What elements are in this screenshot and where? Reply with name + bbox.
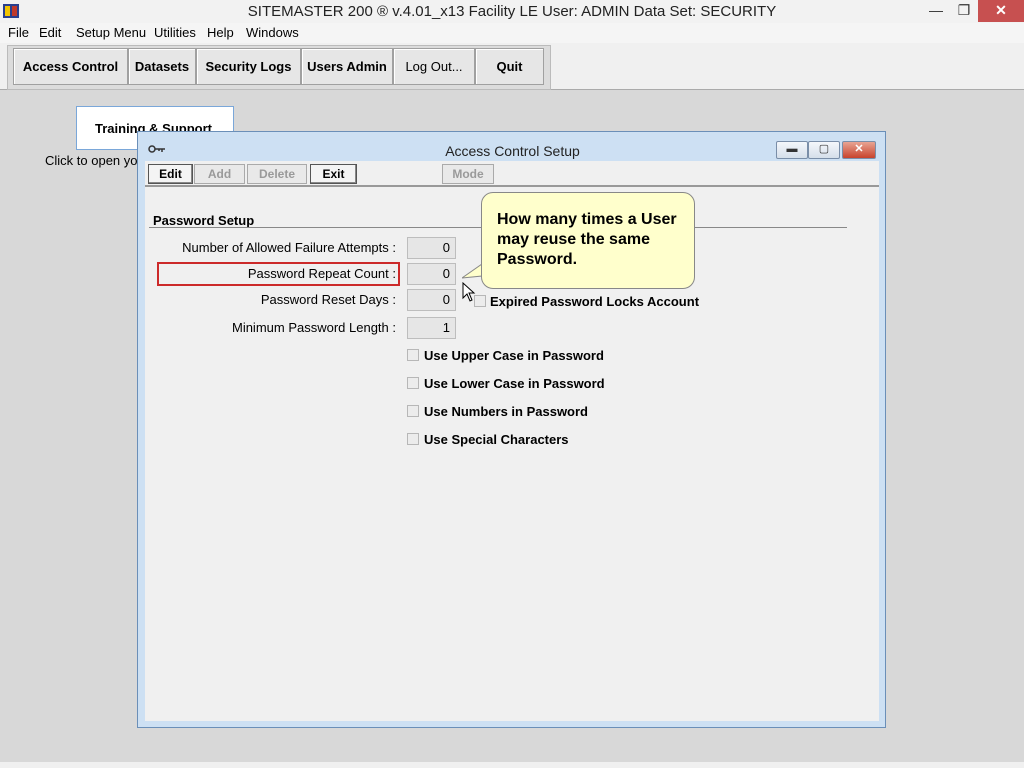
dialog-close-icon[interactable]: ✕	[842, 141, 876, 159]
menu-setup[interactable]: Setup Menu	[76, 25, 146, 40]
mode-button[interactable]: Mode	[442, 164, 494, 184]
dialog-title: Access Control Setup	[445, 143, 580, 159]
log-out-button[interactable]: Log Out...	[393, 48, 475, 85]
security-logs-button[interactable]: Security Logs	[196, 48, 301, 85]
taskbar-strip	[0, 762, 1024, 768]
upper-case-checkbox[interactable]	[407, 349, 419, 361]
edit-button[interactable]: Edit	[148, 164, 193, 184]
close-icon[interactable]: ✕	[978, 0, 1024, 22]
special-chars-checkbox[interactable]	[407, 433, 419, 445]
special-chars-label: Use Special Characters	[424, 432, 569, 447]
toolbar-area: Access Control Datasets Security Logs Us…	[0, 43, 1024, 90]
repeat-count-label: Password Repeat Count :	[247, 266, 396, 281]
section-title: Password Setup	[153, 213, 255, 228]
dialog-minimize-icon[interactable]: ▬	[776, 141, 808, 159]
numbers-checkbox[interactable]	[407, 405, 419, 417]
minimize-icon[interactable]: —	[922, 0, 950, 22]
menu-windows[interactable]: Windows	[246, 25, 299, 40]
mouse-cursor-icon	[462, 282, 476, 302]
menu-utilities[interactable]: Utilities	[154, 25, 196, 40]
menu-bar: File Edit Setup Menu Utilities Help Wind…	[0, 23, 1024, 43]
users-admin-button[interactable]: Users Admin	[301, 48, 393, 85]
delete-button[interactable]: Delete	[247, 164, 307, 184]
menu-edit[interactable]: Edit	[39, 25, 61, 40]
min-length-field[interactable]: 1	[407, 317, 456, 339]
main-toolbar: Access Control Datasets Security Logs Us…	[7, 45, 551, 90]
reset-days-label: Password Reset Days :	[260, 292, 396, 307]
failure-attempts-label: Number of Allowed Failure Attempts :	[182, 240, 396, 255]
click-to-open-text: Click to open yo	[45, 153, 138, 168]
dialog-toolbar: Edit Add Delete Exit Mode	[145, 161, 879, 187]
menu-help[interactable]: Help	[207, 25, 234, 40]
dialog-maximize-icon[interactable]: ▢	[808, 141, 840, 159]
upper-case-label: Use Upper Case in Password	[424, 348, 604, 363]
menu-file[interactable]: File	[8, 25, 29, 40]
reset-days-field[interactable]: 0	[407, 289, 456, 311]
datasets-button[interactable]: Datasets	[128, 48, 196, 85]
min-length-label: Minimum Password Length :	[231, 320, 396, 335]
quit-button[interactable]: Quit	[475, 48, 544, 85]
tooltip-callout: How many times a User may reuse the same…	[481, 192, 695, 289]
app-title-bar: SITEMASTER 200 ® v.4.01_x13 Facility LE …	[0, 0, 1024, 23]
expired-locks-label: Expired Password Locks Account	[490, 294, 700, 309]
app-title: SITEMASTER 200 ® v.4.01_x13 Facility LE …	[247, 3, 777, 20]
access-control-button[interactable]: Access Control	[13, 48, 128, 85]
restore-icon[interactable]: ❐	[950, 0, 978, 22]
exit-button[interactable]: Exit	[310, 164, 357, 184]
lower-case-checkbox[interactable]	[407, 377, 419, 389]
lower-case-label: Use Lower Case in Password	[424, 376, 605, 391]
repeat-count-field[interactable]: 0	[407, 263, 456, 285]
failure-attempts-field[interactable]: 0	[407, 237, 456, 259]
numbers-label: Use Numbers in Password	[424, 404, 588, 419]
add-button[interactable]: Add	[194, 164, 245, 184]
callout-text: How many times a User may reuse the same…	[497, 211, 677, 268]
